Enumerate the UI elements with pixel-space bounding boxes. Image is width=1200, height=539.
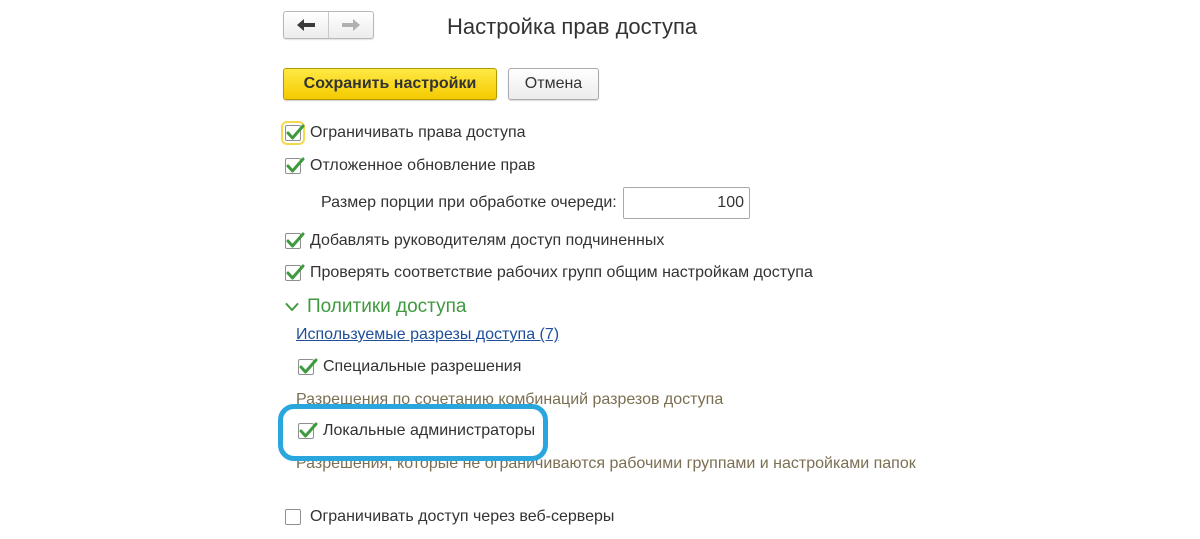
access-dimensions-link[interactable]: Используемые разрезы доступа (7): [296, 326, 559, 344]
batch-size-label: Размер порции при обработке очереди:: [321, 194, 617, 211]
checkmark-icon: [286, 232, 305, 248]
managers-access-checkbox[interactable]: [285, 232, 305, 249]
restrict-access-option: Ограничивать права доступа: [281, 121, 526, 145]
local-admins-hint: Разрешения, которые не ограничиваются ра…: [296, 455, 916, 472]
local-admins-option: Локальные администраторы: [298, 422, 535, 440]
arrow-left-icon: [297, 19, 315, 31]
check-workgroups-option: Проверять соответствие рабочих групп общ…: [285, 264, 813, 282]
deferred-update-label: Отложенное обновление прав: [310, 157, 536, 174]
section-title: Политики доступа: [307, 296, 467, 317]
batch-size-input[interactable]: [623, 187, 750, 219]
checkmark-icon: [286, 124, 305, 140]
special-permissions-checkbox[interactable]: [298, 358, 318, 375]
special-permissions-label: Специальные разрешения: [323, 358, 522, 375]
checkmark-icon: [299, 422, 318, 438]
restrict-access-label: Ограничивать права доступа: [310, 124, 526, 141]
check-workgroups-checkbox[interactable]: [285, 264, 305, 281]
access-policies-section-header[interactable]: Политики доступа: [285, 296, 466, 318]
checkmark-icon: [299, 358, 318, 374]
page-title: Настройка прав доступа: [447, 14, 698, 39]
cancel-button[interactable]: Отмена: [508, 68, 599, 100]
special-permissions-hint: Разрешения по сочетанию комбинаций разре…: [296, 391, 724, 408]
back-button[interactable]: [284, 12, 328, 38]
forward-button[interactable]: [328, 12, 373, 38]
local-admins-checkbox[interactable]: [298, 422, 318, 439]
web-servers-checkbox[interactable]: [285, 509, 301, 525]
deferred-update-checkbox[interactable]: [285, 157, 305, 174]
arrow-right-icon: [342, 19, 360, 31]
navigation-buttons: [283, 11, 374, 39]
managers-access-label: Добавлять руководителям доступ подчиненн…: [310, 232, 665, 249]
checkmark-icon: [286, 157, 305, 173]
restrict-access-checkbox[interactable]: [281, 121, 305, 145]
deferred-update-option: Отложенное обновление прав: [285, 157, 535, 175]
local-admins-label: Локальные администраторы: [323, 422, 536, 439]
checkmark-icon: [286, 264, 305, 280]
check-workgroups-label: Проверять соответствие рабочих групп общ…: [310, 264, 813, 281]
save-settings-button[interactable]: Сохранить настройки: [283, 68, 497, 100]
web-servers-label: Ограничивать доступ через веб-серверы: [310, 508, 615, 525]
web-servers-option: Ограничивать доступ через веб-серверы: [285, 508, 614, 526]
chevron-down-icon: [285, 303, 299, 311]
managers-access-option: Добавлять руководителям доступ подчиненн…: [285, 232, 664, 250]
special-permissions-option: Специальные разрешения: [298, 358, 521, 376]
